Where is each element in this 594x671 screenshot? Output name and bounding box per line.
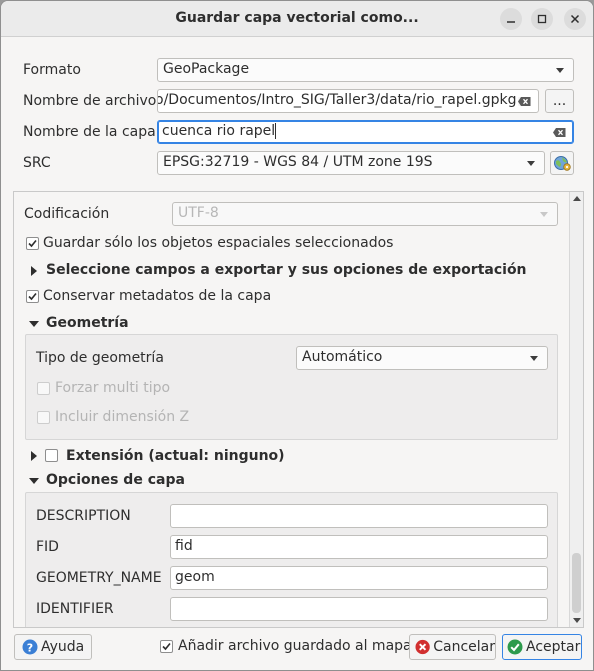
- selected-only-label[interactable]: Guardar sólo los objetos espaciales sele…: [43, 235, 393, 251]
- clear-icon[interactable]: [553, 128, 566, 137]
- layer-option-fid-field[interactable]: fid: [170, 535, 548, 559]
- layer-name-label: Nombre de la capa: [23, 124, 156, 140]
- format-value: GeoPackage: [163, 61, 250, 77]
- layer-option-value: geom: [175, 569, 215, 585]
- scroll-up-arrow[interactable]: [573, 196, 581, 201]
- cancel-button[interactable]: Cancelar: [409, 634, 496, 660]
- layer-option-geometry-name-field[interactable]: geom: [170, 566, 548, 590]
- help-icon: ?: [22, 639, 38, 655]
- encoding-label: Codificación: [24, 206, 110, 222]
- chevron-down-icon: [540, 212, 548, 217]
- force-multi-label: Forzar multi tipo: [55, 380, 171, 396]
- checkmark-icon: [162, 642, 171, 651]
- checkmark-icon: [28, 292, 37, 301]
- svg-text:?: ?: [27, 641, 33, 654]
- chevron-down-icon: [556, 68, 564, 73]
- geometry-type-label: Tipo de geometría: [36, 350, 164, 366]
- layer-option-value: fid: [175, 538, 193, 554]
- collapse-down-icon[interactable]: [29, 478, 39, 484]
- scrollbar[interactable]: [569, 192, 583, 627]
- chevron-down-icon: [527, 161, 535, 166]
- crs-select[interactable]: EPSG:32719 - WGS 84 / UTM zone 19S: [157, 151, 545, 175]
- layer-option-name: FID: [36, 539, 59, 555]
- geometry-section-header[interactable]: Geometría: [46, 315, 129, 331]
- minimize-button[interactable]: [500, 8, 522, 30]
- keep-metadata-checkbox[interactable]: [26, 290, 39, 303]
- crs-value: EPSG:32719 - WGS 84 / UTM zone 19S: [163, 154, 433, 170]
- cancel-icon: [415, 639, 430, 655]
- filename-field[interactable]: o/Documentos/Intro_SIG/Taller3/data/rio_…: [157, 89, 539, 113]
- include-z-checkbox: [37, 411, 50, 424]
- scroll-thumb[interactable]: [572, 553, 581, 613]
- close-button[interactable]: [564, 8, 586, 30]
- layer-options-section-header[interactable]: Opciones de capa: [46, 472, 185, 488]
- geometry-type-select[interactable]: Automático: [296, 346, 548, 370]
- close-icon: [570, 14, 580, 24]
- format-select[interactable]: GeoPackage: [157, 58, 574, 82]
- add-to-map-label[interactable]: Añadir archivo guardado al mapa: [178, 638, 412, 654]
- save-vector-layer-dialog: Guardar capa vectorial como... Formato G…: [0, 0, 594, 671]
- globe-icon: [554, 156, 571, 171]
- encoding-select: UTF-8: [172, 202, 558, 226]
- minimize-icon: [507, 21, 515, 23]
- maximize-icon: [537, 14, 547, 24]
- chevron-down-icon: [530, 356, 538, 361]
- add-to-map-checkbox[interactable]: [160, 640, 173, 653]
- layer-name-value: cuenca rio rapel: [162, 123, 276, 139]
- expand-right-icon[interactable]: [31, 451, 37, 461]
- encoding-value: UTF-8: [178, 205, 219, 221]
- extent-section-header[interactable]: Extensión (actual: ninguno): [66, 448, 285, 464]
- collapse-down-icon[interactable]: [29, 321, 39, 327]
- keep-metadata-label[interactable]: Conservar metadatos de la capa: [43, 288, 271, 304]
- layer-option-description-field[interactable]: [170, 504, 548, 528]
- accept-button[interactable]: Aceptar: [502, 634, 582, 660]
- checkmark-icon: [28, 239, 37, 248]
- crs-selector-button[interactable]: [550, 151, 574, 175]
- layer-option-name: DESCRIPTION: [36, 508, 131, 524]
- scroll-down-arrow[interactable]: [573, 618, 581, 623]
- geometry-group: Tipo de geometría Automático Forzar mult…: [25, 334, 558, 440]
- expand-right-icon[interactable]: [31, 266, 37, 276]
- titlebar: Guardar capa vectorial como...: [1, 1, 593, 37]
- geometry-type-value: Automático: [302, 349, 383, 365]
- format-label: Formato: [23, 62, 81, 78]
- selected-only-checkbox[interactable]: [26, 237, 39, 250]
- filename-label: Nombre de archivo: [23, 93, 157, 109]
- layer-options-group: DESCRIPTION FID fid GEOMETRY_NAME geom I…: [25, 492, 558, 627]
- text-cursor: [275, 123, 277, 139]
- crs-label: SRC: [23, 155, 51, 171]
- cancel-label: Cancelar: [433, 639, 495, 655]
- filename-value: o/Documentos/Intro_SIG/Taller3/data/rio_…: [157, 92, 517, 108]
- include-z-label: Incluir dimensión Z: [55, 409, 190, 425]
- layer-option-identifier-field[interactable]: [170, 597, 548, 621]
- options-panel: Codificación UTF-8 Guardar sólo los obje…: [13, 191, 584, 628]
- accept-label: Aceptar: [526, 639, 581, 655]
- force-multi-checkbox: [37, 382, 50, 395]
- maximize-button[interactable]: [531, 8, 553, 30]
- layer-option-name: GEOMETRY_NAME: [36, 570, 162, 586]
- clear-icon[interactable]: [518, 97, 531, 106]
- browse-button[interactable]: ...: [545, 89, 574, 113]
- layer-option-name: IDENTIFIER: [36, 601, 114, 617]
- help-button[interactable]: ? Ayuda: [14, 634, 92, 660]
- help-label: Ayuda: [41, 639, 85, 655]
- accept-icon: [507, 639, 523, 655]
- fields-section-header[interactable]: Seleccione campos a exportar y sus opcio…: [46, 262, 527, 278]
- extent-checkbox[interactable]: [45, 449, 58, 462]
- layer-name-field[interactable]: cuenca rio rapel: [157, 120, 574, 144]
